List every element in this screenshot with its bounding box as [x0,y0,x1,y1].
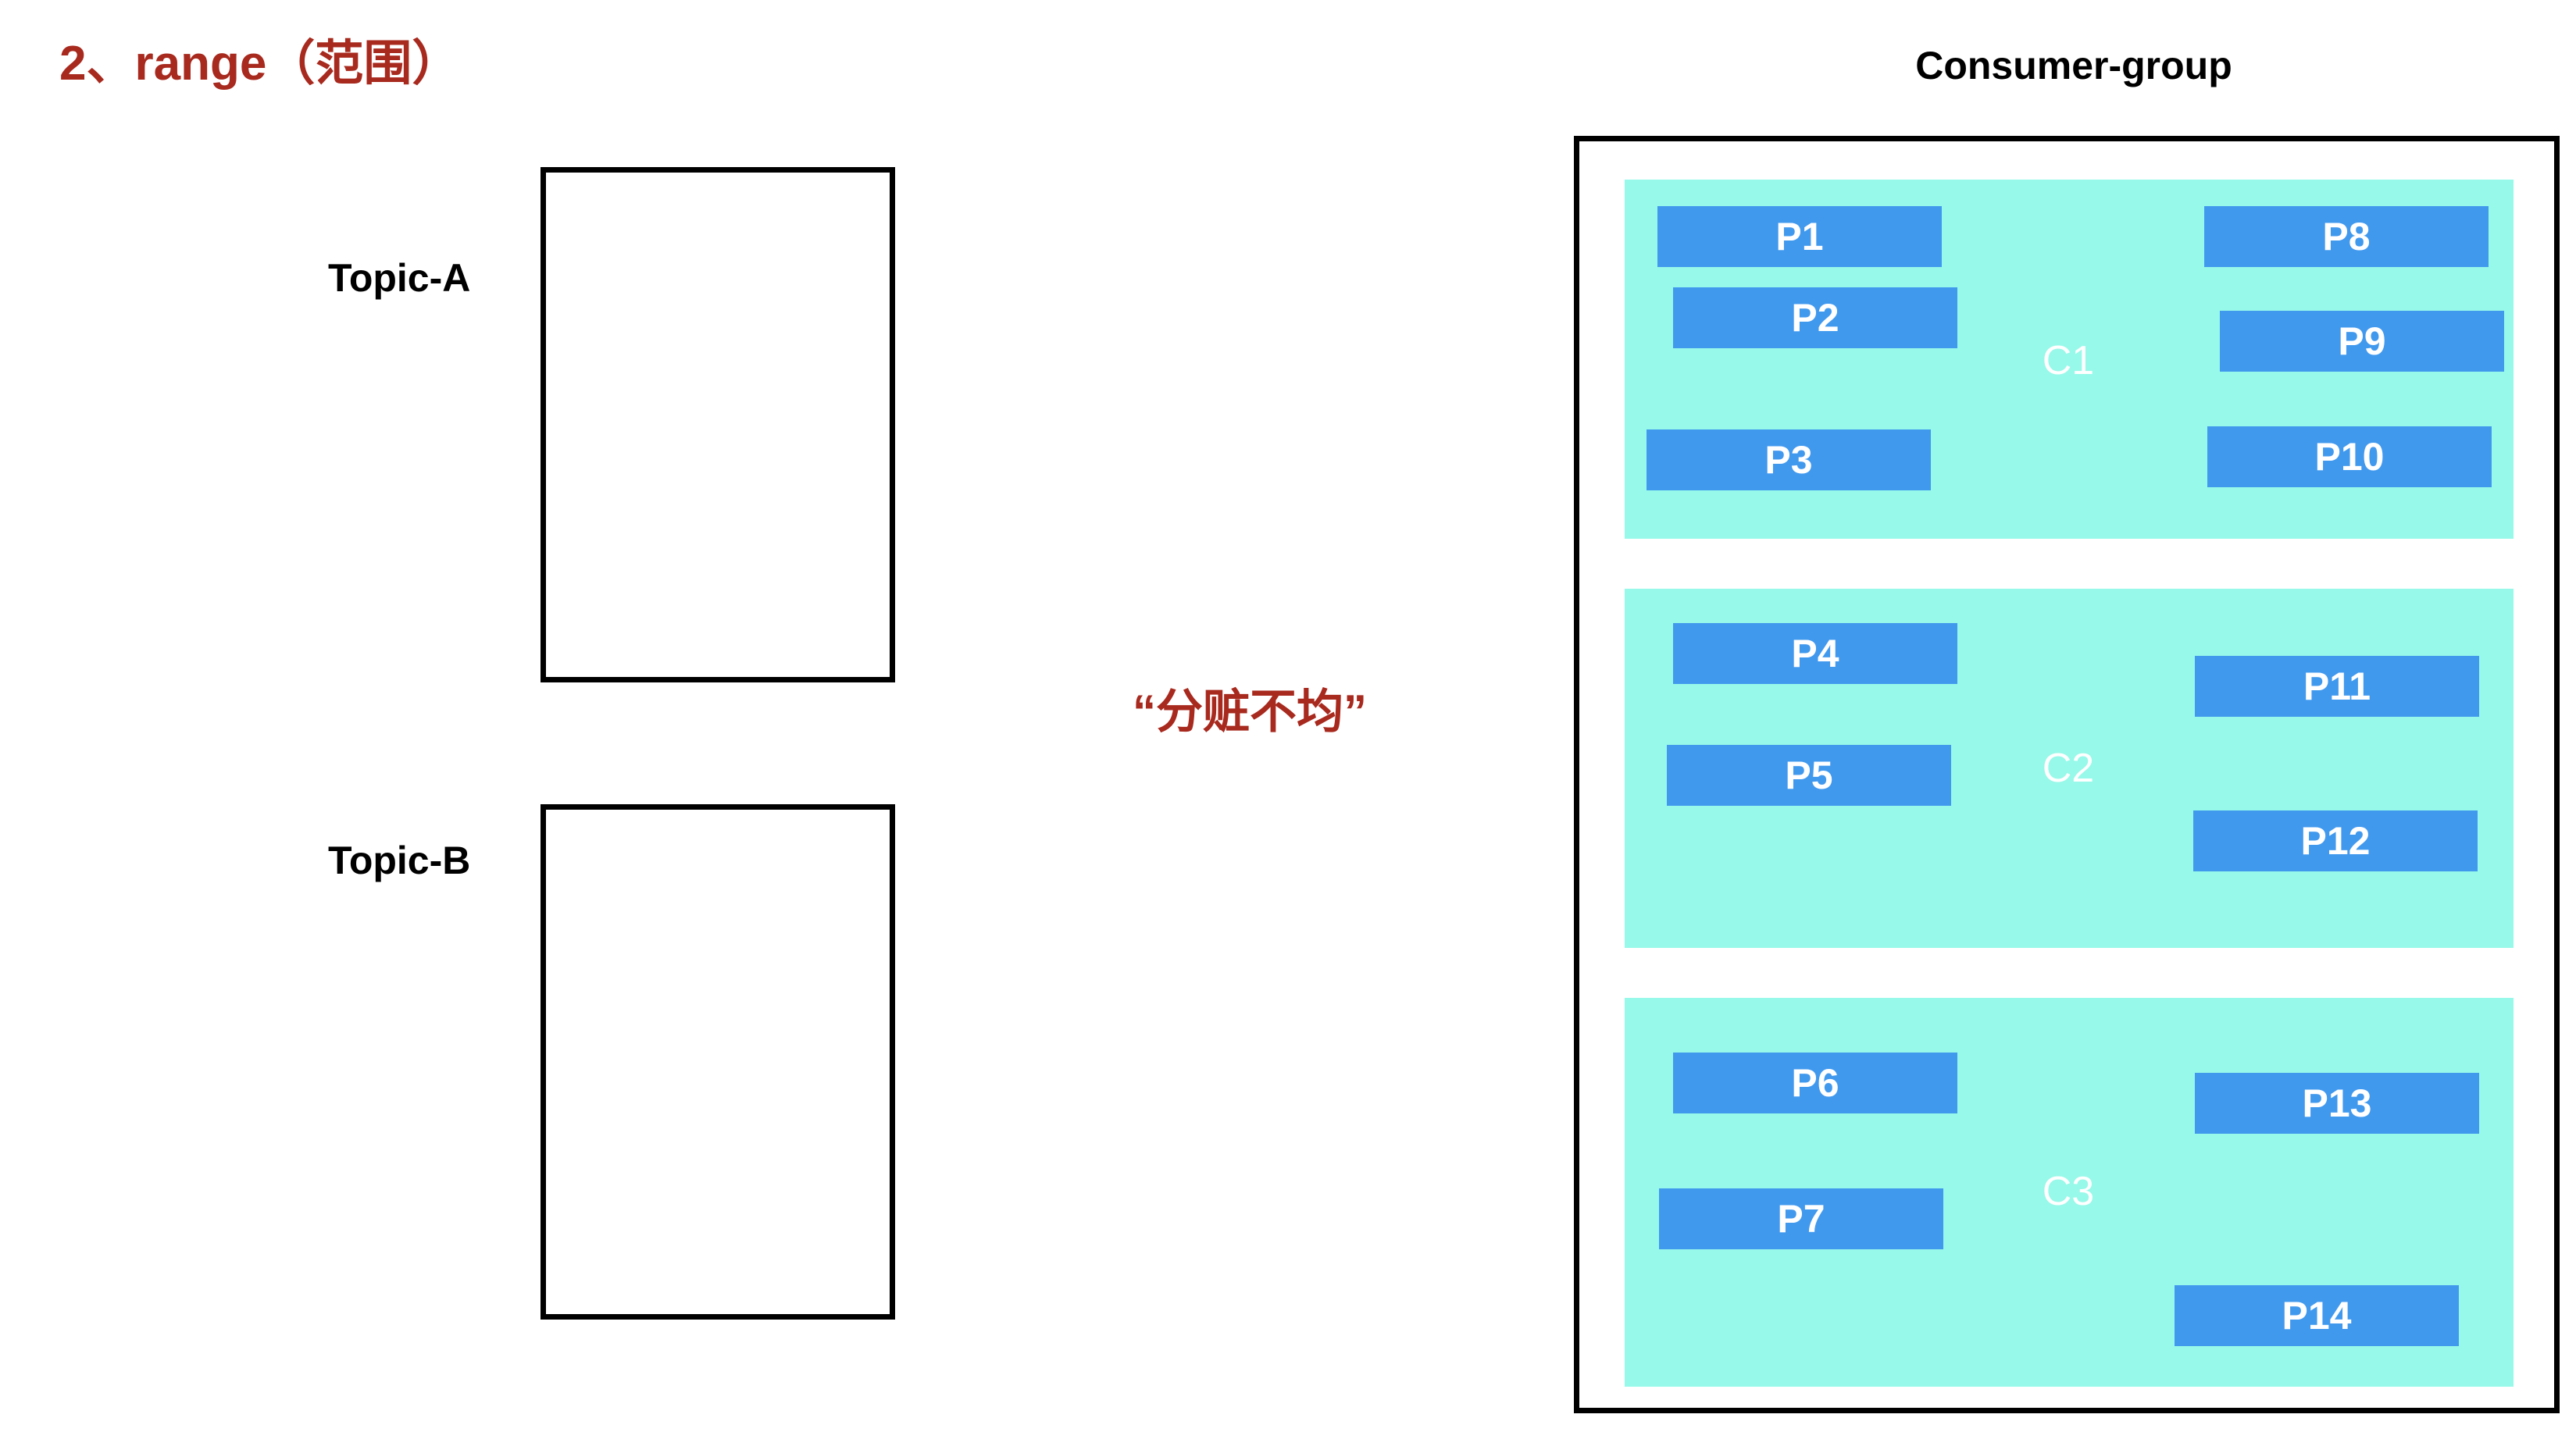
partition-p10: P10 [2207,426,2492,487]
slide-title: 2、range（范围） [59,37,461,91]
partition-p9: P9 [2220,311,2504,372]
consumer-c2-label: C2 [2042,746,2095,791]
partition-p4: P4 [1673,623,1957,684]
partition-p14: P14 [2175,1285,2459,1346]
partition-p6: P6 [1673,1053,1957,1113]
topic-a-box [541,167,895,682]
partition-p12: P12 [2193,810,2478,871]
topic-b-box [541,804,895,1320]
unequal-split-annotation: “分赃不均” [1133,686,1367,738]
partition-p8: P8 [2204,206,2489,267]
partition-p11: P11 [2195,656,2479,717]
partition-p7: P7 [1659,1188,1943,1249]
partition-p1: P1 [1657,206,1942,267]
partition-p5: P5 [1667,745,1951,806]
topic-b-label: Topic-B [328,839,471,882]
partition-p13: P13 [2195,1073,2479,1134]
partition-p2: P2 [1673,287,1957,348]
consumer-group-title: Consumer-group [1915,44,2232,87]
partition-p3: P3 [1647,429,1931,490]
consumer-c3-label: C3 [2042,1169,2095,1214]
consumer-c1-label: C1 [2042,338,2095,383]
topic-a-label: Topic-A [328,256,471,300]
